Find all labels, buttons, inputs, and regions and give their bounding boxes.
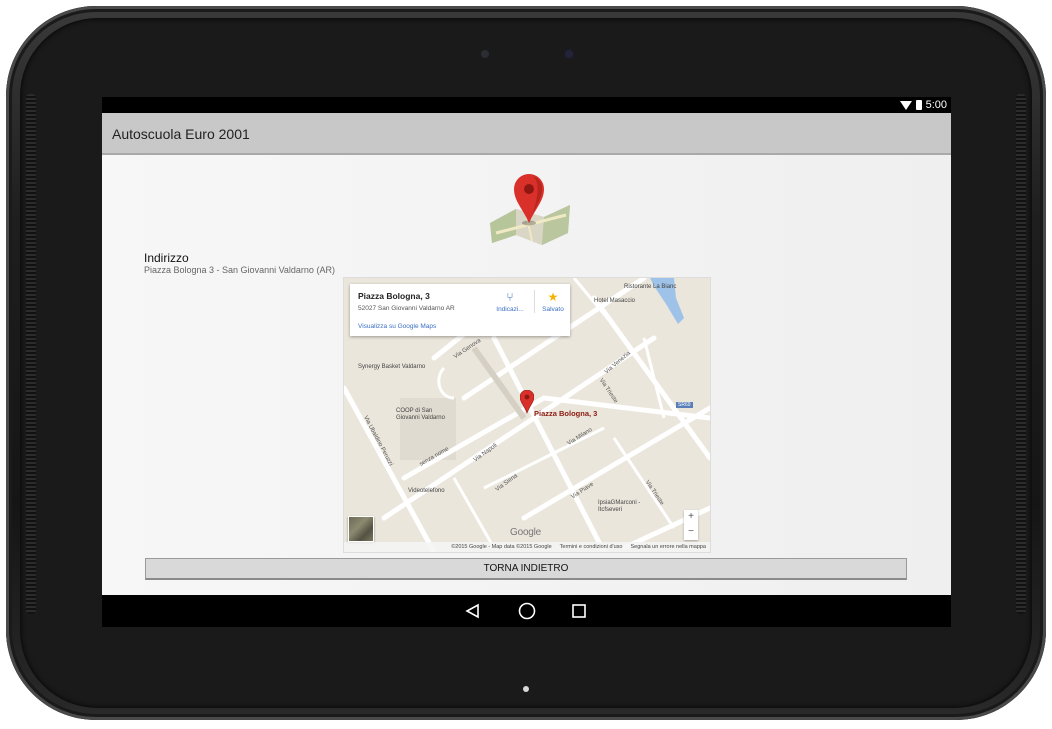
action-bar: Autoscuola Euro 2001 [102,113,951,155]
poi-label: Ristorante La Bianc [624,284,677,290]
zoom-control: + − [684,510,698,540]
star-icon: ★ [547,290,559,304]
directions-label: Indicazi... [496,306,524,313]
home-circle-icon [518,602,536,620]
directions-icon: ⑂ [506,290,514,304]
directions-button[interactable]: ⑂ Indicazi... [490,290,530,313]
battery-icon [915,100,922,110]
poi-label: Synergy Basket Valdarno [358,364,426,370]
front-camera-icon [565,50,573,58]
poi-label: Videotelefono [408,488,445,494]
poi-label: Hotel Masaccio [594,298,636,304]
place-name: Piazza Bologna, 3 [358,291,430,301]
main-content: Indirizzo Piazza Bologna 3 - San Giovann… [102,155,951,595]
back-triangle-icon [465,603,479,619]
right-speaker-grille [1016,94,1026,614]
satellite-toggle[interactable] [348,516,374,542]
map-pin-icon[interactable] [520,390,534,414]
zoom-out-button[interactable]: − [684,525,698,540]
view-on-google-maps-link[interactable]: Visualizza su Google Maps [358,323,436,330]
map-terms-link[interactable]: Termini e condizioni d'uso [560,542,623,552]
nav-back-button[interactable] [453,595,493,627]
zoom-in-button[interactable]: + [684,510,698,525]
recents-square-icon [572,604,586,618]
navigation-bar [102,595,951,627]
road-shield: SR69 [676,402,693,408]
poi-label: COOP di San Giovanni Valdarno [396,408,445,421]
place-info-card: Piazza Bologna, 3 52027 San Giovanni Val… [350,284,570,336]
saved-button[interactable]: ★ Salvato [534,290,571,313]
address-value: Piazza Bologna 3 - San Giovanni Valdarno… [144,265,335,275]
device-screen: 5:00 Autoscuola Euro 2001 Indirizzo Piaz… [102,97,951,627]
map-footer: ©2015 Google - Map data ©2015 Google Ter… [344,542,710,552]
sensor-icon [481,50,489,58]
left-speaker-grille [26,94,36,614]
notification-led [523,686,529,692]
google-logo: Google [510,527,542,538]
map-copyright: ©2015 Google - Map data ©2015 Google [451,544,552,550]
nav-recents-button[interactable] [559,595,599,627]
address-label: Indirizzo [144,251,189,265]
saved-label: Salvato [542,306,564,313]
map-report-error-link[interactable]: Segnala un errore nella mappa [630,542,706,552]
pin-label: Piazza Bologna, 3 [534,409,598,418]
app-title: Autoscuola Euro 2001 [112,126,250,142]
status-time: 5:00 [925,99,947,111]
nav-home-button[interactable] [507,595,547,627]
status-bar: 5:00 [102,97,951,113]
place-address: 52027 San Giovanni Valdarno AR [358,305,455,312]
wifi-icon [899,100,912,110]
map-marker-icon [490,174,570,245]
map-view[interactable]: Via Genova Via Venezia Via Trieste Via P… [343,277,711,553]
back-button[interactable]: TORNA INDIETRO [145,558,907,580]
poi-label: IpsiaGMarconi - Itcfseveri [598,500,641,513]
